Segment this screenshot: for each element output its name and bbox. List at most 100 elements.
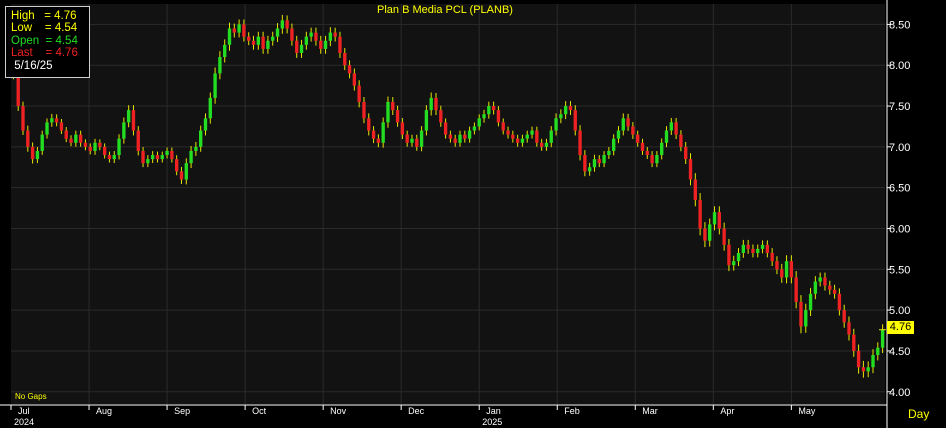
y-tick-label: 6.50 [889, 183, 910, 195]
candle-body [645, 150, 649, 156]
candle-body [847, 322, 851, 335]
candle-body [703, 228, 707, 241]
candle-body [775, 261, 779, 270]
candle-body [780, 269, 784, 278]
info-low-label: Low [11, 22, 33, 35]
candle-body [290, 28, 294, 41]
x-tick-label: Jul [18, 406, 30, 416]
candle-body [78, 134, 83, 143]
candle-body [174, 159, 179, 172]
candle-body [866, 367, 870, 372]
candle-body [160, 155, 164, 160]
candle-body [88, 146, 92, 151]
candle-body [621, 118, 625, 131]
candle-body [26, 130, 30, 147]
candle-body [573, 110, 577, 131]
candle-body [487, 106, 491, 115]
candle-body [568, 106, 573, 111]
candle-body [299, 44, 304, 53]
candle-body [391, 101, 395, 111]
last-price-badge: 4.76 [887, 321, 914, 334]
info-high-row: High = 4.76 [11, 10, 77, 22]
candle-body [592, 159, 597, 168]
candle-body [640, 142, 645, 151]
candle-body [458, 134, 462, 143]
y-tick-label: 4.00 [889, 387, 910, 399]
candle-body [295, 40, 299, 53]
candle-body [443, 122, 448, 135]
candle-body [789, 261, 794, 278]
info-low-row: Low = 4.54 [11, 22, 78, 35]
candle-body [856, 350, 861, 368]
candle-body [30, 146, 35, 160]
x-tick-label: Feb [564, 406, 580, 416]
candle-body [554, 118, 558, 131]
info-date-row: 5/16/25 [11, 60, 89, 72]
candle-body [285, 20, 289, 29]
candle-body [708, 224, 712, 241]
candle-body [511, 134, 515, 139]
candle-body [256, 36, 260, 45]
candle-body [880, 329, 885, 348]
candle-body [491, 106, 496, 111]
candle-body [688, 159, 693, 180]
candle-body [760, 244, 765, 249]
candle-body [343, 52, 347, 66]
candle-body [828, 285, 832, 290]
x-tick-label: Oct [252, 406, 267, 416]
candle-body [424, 110, 429, 131]
candle-body [141, 150, 145, 164]
candle-body [280, 20, 285, 29]
candle-body [251, 40, 256, 45]
candle-body [746, 244, 750, 249]
candle-body [756, 248, 760, 253]
y-tick-label: 5.50 [889, 264, 910, 276]
candle-body [559, 114, 563, 119]
info-high-value: 4.76 [54, 10, 77, 22]
candle-body [765, 244, 770, 253]
candle-body [602, 155, 606, 164]
candle-body [439, 110, 443, 123]
candle-body [395, 110, 400, 123]
price-chart[interactable]: 8.50 8.00 7.50 7.00 6.50 6.00 5.50 5.00 4.50 4.00… [0, 0, 946, 428]
candle-body [679, 134, 683, 147]
candle-body [448, 134, 453, 139]
candle-body [362, 101, 366, 119]
candle-body [717, 212, 722, 229]
candle-body [578, 130, 582, 156]
candle-body [463, 134, 467, 139]
candle-body [247, 36, 251, 41]
candle-body [496, 110, 501, 123]
candle-body [35, 150, 40, 160]
candle-body [155, 155, 160, 160]
candle-body [794, 277, 798, 302]
interval-label[interactable]: Day [908, 407, 929, 421]
candle-body [631, 126, 635, 135]
candle-body [333, 32, 337, 37]
candle-body [832, 289, 837, 294]
candle-body [467, 130, 472, 139]
candle-body [626, 118, 630, 127]
candle-body [376, 138, 381, 143]
candle-body [501, 122, 505, 131]
chart-title: Plan B Media PCL (PLANB) [377, 4, 513, 16]
info-low-value: 4.54 [54, 22, 78, 35]
candle-body [170, 150, 174, 160]
candle-body [357, 85, 361, 102]
info-date: 5/16/25 [14, 59, 53, 72]
candle-body [271, 36, 275, 41]
candle-body [736, 252, 741, 262]
info-open-row: Open = 4.54 [11, 34, 78, 47]
x-tick-label: May [798, 406, 816, 416]
candle-body [664, 130, 669, 143]
candle-body [616, 130, 621, 139]
candle-body [520, 138, 525, 143]
candle-body [583, 155, 587, 172]
candle-body [587, 167, 592, 172]
candle-body [227, 28, 232, 45]
candle-body [102, 146, 107, 156]
candle-body [405, 134, 409, 143]
candle-body [314, 32, 318, 41]
price-info-box: High = 4.76 Low = 4.54 Open = 4.54 Last … [5, 6, 90, 78]
candle-body [660, 142, 664, 156]
